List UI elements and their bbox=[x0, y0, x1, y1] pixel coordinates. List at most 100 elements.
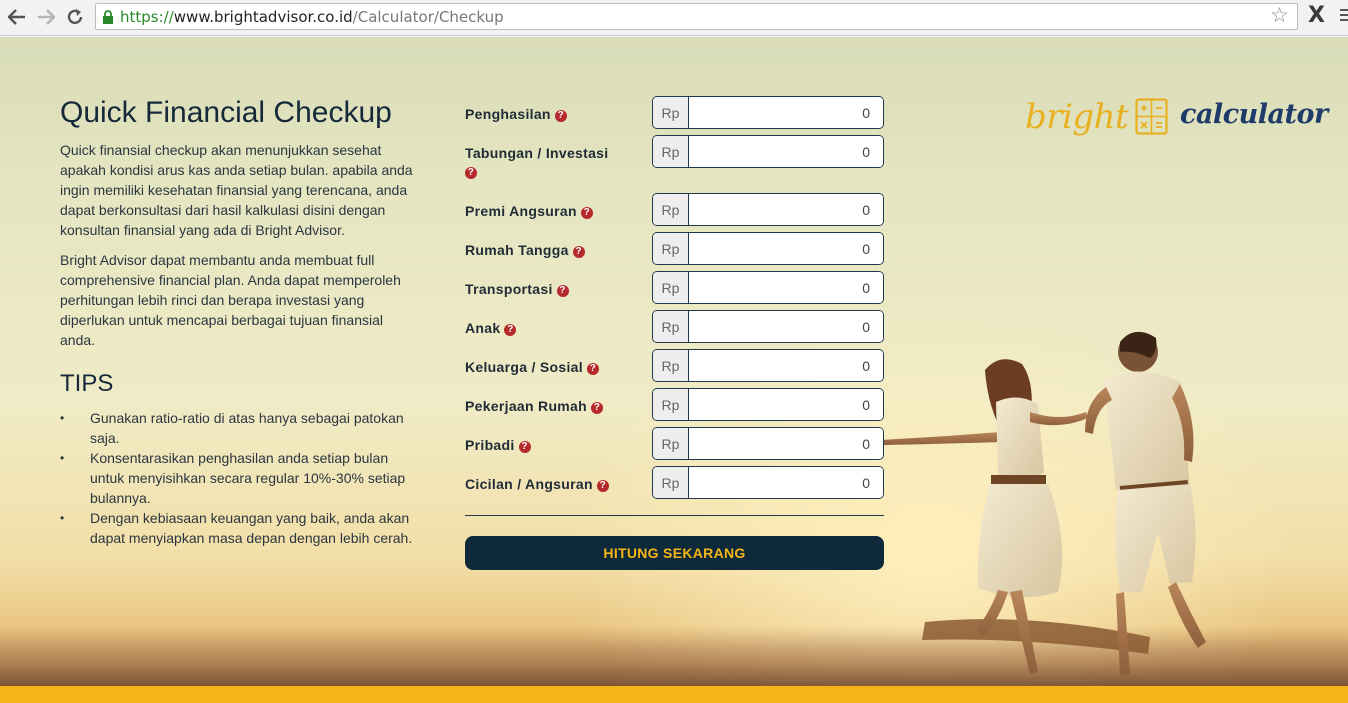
url-path: /Calculator/Checkup bbox=[352, 8, 504, 26]
star-icon[interactable]: ☆ bbox=[1270, 5, 1289, 26]
help-icon[interactable]: ? bbox=[596, 480, 609, 492]
field-label: Cicilan / Angsuran? bbox=[465, 466, 652, 493]
reload-icon bbox=[67, 9, 83, 25]
field-label: Rumah Tangga? bbox=[465, 232, 652, 259]
field-row-pekerjaan-rumah: Pekerjaan Rumah? Rp bbox=[465, 388, 884, 421]
help-icon[interactable]: ? bbox=[586, 363, 599, 375]
help-icon[interactable]: ? bbox=[554, 110, 567, 122]
page-title: Quick Financial Checkup bbox=[60, 96, 392, 129]
tips-list: Gunakan ratio-ratio di atas hanya sebaga… bbox=[60, 408, 420, 548]
field-label-text: Rumah Tangga bbox=[465, 242, 569, 258]
field-label-text: Premi Angsuran bbox=[465, 203, 577, 219]
field-row-premi: Premi Angsuran? Rp bbox=[465, 193, 884, 226]
forward-button[interactable] bbox=[35, 6, 57, 28]
currency-input-group: Rp bbox=[652, 388, 884, 421]
currency-addon: Rp bbox=[653, 311, 689, 342]
currency-input-group: Rp bbox=[652, 193, 884, 226]
premi-input[interactable] bbox=[689, 194, 883, 225]
keluarga-input[interactable] bbox=[689, 350, 883, 381]
currency-addon: Rp bbox=[653, 233, 689, 264]
field-row-anak: Anak? Rp bbox=[465, 310, 884, 343]
field-label: Tabungan / Investasi? bbox=[465, 135, 652, 180]
field-label: Transportasi? bbox=[465, 271, 652, 298]
currency-input-group: Rp bbox=[652, 349, 884, 382]
field-row-tabungan: Tabungan / Investasi? Rp bbox=[465, 135, 884, 180]
tabungan-input[interactable] bbox=[689, 136, 883, 167]
arrow-right-icon bbox=[38, 9, 55, 25]
help-icon[interactable]: ? bbox=[580, 207, 593, 219]
help-icon[interactable]: ? bbox=[591, 402, 603, 414]
currency-addon: Rp bbox=[653, 350, 689, 381]
field-label: Premi Angsuran? bbox=[465, 193, 652, 220]
intro-paragraph-2: Bright Advisor dapat membantu anda membu… bbox=[60, 252, 401, 348]
tips-heading: TIPS bbox=[60, 370, 114, 397]
field-label-text: Transportasi bbox=[465, 281, 553, 297]
arrow-left-icon bbox=[8, 9, 25, 25]
form-divider bbox=[465, 515, 884, 516]
currency-input-group: Rp bbox=[652, 135, 884, 168]
footer-accent-bar bbox=[0, 686, 1348, 703]
help-icon[interactable]: ? bbox=[572, 246, 585, 258]
logo-word-calculator: calculator bbox=[1180, 99, 1328, 130]
reload-button[interactable] bbox=[64, 6, 86, 28]
intro-paragraph-1: Quick finansial checkup akan menunjukkan… bbox=[60, 142, 413, 238]
field-label-text: Penghasilan bbox=[465, 106, 551, 122]
hitung-sekarang-button[interactable]: HITUNG SEKARANG bbox=[465, 536, 884, 570]
help-icon[interactable]: ? bbox=[518, 441, 531, 453]
currency-input-group: Rp bbox=[652, 232, 884, 265]
penghasilan-input[interactable] bbox=[689, 97, 883, 128]
page-content: Quick Financial Checkup Quick finansial … bbox=[0, 37, 1348, 703]
browser-toolbar: https://www.brightadvisor.co.id/Calculat… bbox=[0, 0, 1348, 36]
rumah-tangga-input[interactable] bbox=[689, 233, 883, 264]
cicilan-input[interactable] bbox=[689, 467, 883, 498]
url-scheme: https:// bbox=[120, 8, 174, 26]
currency-addon: Rp bbox=[653, 428, 689, 459]
calculator-icon bbox=[1135, 98, 1168, 135]
field-label-text: Pribadi bbox=[465, 437, 515, 453]
field-label: Anak? bbox=[465, 310, 652, 337]
checkup-form: Penghasilan? Rp Tabungan / Investasi? Rp… bbox=[465, 96, 884, 570]
field-row-cicilan: Cicilan / Angsuran? Rp bbox=[465, 466, 884, 499]
intro-section: Quick Financial Checkup Quick finansial … bbox=[60, 95, 420, 548]
field-label-text: Cicilan / Angsuran bbox=[465, 476, 593, 492]
field-label-text: Keluarga / Sosial bbox=[465, 359, 583, 375]
currency-input-group: Rp bbox=[652, 466, 884, 499]
pekerjaan-rumah-input[interactable] bbox=[689, 389, 883, 420]
help-icon[interactable]: ? bbox=[556, 285, 569, 297]
field-row-penghasilan: Penghasilan? Rp bbox=[465, 96, 884, 129]
field-label: Keluarga / Sosial? bbox=[465, 349, 652, 376]
field-row-transportasi: Transportasi? Rp bbox=[465, 271, 884, 304]
anak-input[interactable] bbox=[689, 311, 883, 342]
currency-input-group: Rp bbox=[652, 96, 884, 129]
extension-button[interactable]: X bbox=[1308, 3, 1325, 28]
lock-icon bbox=[103, 10, 113, 24]
field-label: Penghasilan? bbox=[465, 96, 652, 123]
currency-addon: Rp bbox=[653, 136, 689, 167]
url-host: www.brightadvisor.co.id bbox=[173, 8, 353, 26]
currency-addon: Rp bbox=[653, 272, 689, 303]
currency-input-group: Rp bbox=[652, 310, 884, 343]
tip-item: Konsentarasikan penghasilan anda setiap … bbox=[60, 448, 420, 508]
currency-input-group: Rp bbox=[652, 271, 884, 304]
field-row-rumah-tangga: Rumah Tangga? Rp bbox=[465, 232, 884, 265]
help-icon[interactable]: ? bbox=[504, 324, 517, 336]
currency-addon: Rp bbox=[653, 194, 689, 225]
bright-calculator-logo[interactable]: bright calculator bbox=[1025, 95, 1328, 155]
hamburger-icon[interactable] bbox=[1340, 9, 1348, 24]
address-bar[interactable]: https://www.brightadvisor.co.id/Calculat… bbox=[95, 3, 1298, 30]
url-text: https://www.brightadvisor.co.id/Calculat… bbox=[120, 8, 504, 26]
field-row-keluarga: Keluarga / Sosial? Rp bbox=[465, 349, 884, 382]
currency-addon: Rp bbox=[653, 97, 689, 128]
transportasi-input[interactable] bbox=[689, 272, 883, 303]
back-button[interactable] bbox=[6, 6, 28, 28]
help-icon[interactable]: ? bbox=[465, 167, 477, 179]
field-label: Pribadi? bbox=[465, 427, 652, 454]
pribadi-input[interactable] bbox=[689, 428, 883, 459]
field-label: Pekerjaan Rumah? bbox=[465, 388, 652, 415]
logo-word-bright: bright bbox=[1025, 97, 1129, 137]
couple-image bbox=[880, 331, 1206, 676]
field-row-pribadi: Pribadi? Rp bbox=[465, 427, 884, 460]
field-label-text: Tabungan / Investasi bbox=[465, 145, 609, 161]
field-label-text: Pekerjaan Rumah bbox=[465, 398, 587, 414]
currency-input-group: Rp bbox=[652, 427, 884, 460]
